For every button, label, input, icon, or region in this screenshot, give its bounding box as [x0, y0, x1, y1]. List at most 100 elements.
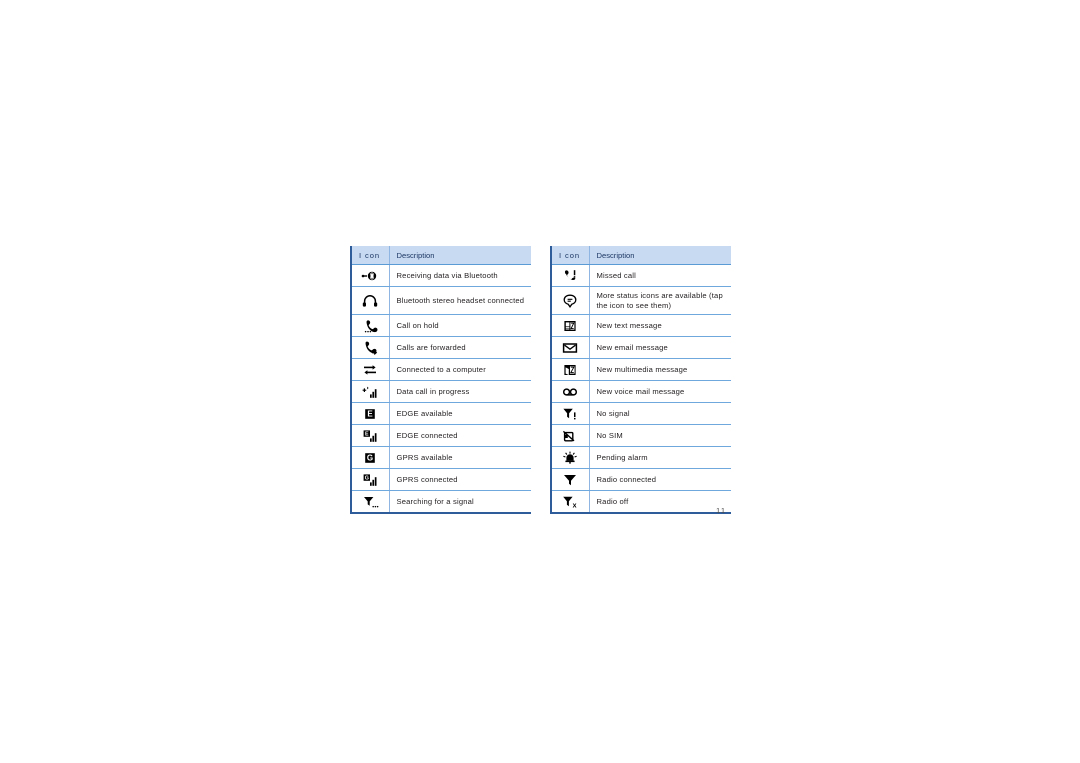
- icon-cell: E: [350, 402, 389, 425]
- description-cell: New multimedia message: [588, 358, 731, 381]
- more-status-icons-icon: [560, 293, 580, 309]
- icon-cell: [550, 286, 589, 315]
- description-cell: New text message: [588, 314, 731, 337]
- call-on-hold-icon: [360, 318, 380, 334]
- description-cell: Pending alarm: [588, 446, 731, 469]
- column-header-description: Description: [588, 246, 731, 265]
- receiving-data-bluetooth-icon: [360, 268, 380, 284]
- icon-cell: [350, 380, 389, 403]
- description-cell: Receiving data via Bluetooth: [388, 264, 531, 287]
- svg-text:x: x: [573, 502, 577, 509]
- table-row: New voice mail message: [550, 380, 731, 403]
- table-row: No SIM: [550, 424, 731, 447]
- searching-for-signal-icon: [360, 494, 380, 510]
- new-voice-mail-message-icon: [560, 384, 580, 400]
- description-cell: No signal: [588, 402, 731, 425]
- icon-cell: [550, 314, 589, 337]
- table-row: Missed call: [550, 264, 731, 287]
- page-number: 11: [716, 506, 727, 515]
- description-cell: Radio off: [588, 490, 731, 514]
- icon-cell: [550, 424, 589, 447]
- description-cell: New voice mail message: [588, 380, 731, 403]
- icon-cell: G: [350, 468, 389, 491]
- bluetooth-stereo-headset-icon: [360, 293, 380, 309]
- table-row: x Radio off: [550, 490, 731, 514]
- table-row: Bluetooth stereo headset connected: [350, 286, 531, 315]
- description-cell: No SIM: [588, 424, 731, 447]
- gprs-connected-icon: G: [360, 472, 380, 488]
- table-row: Pending alarm: [550, 446, 731, 469]
- icon-cell: [550, 468, 589, 491]
- column-header-icon: I con: [550, 246, 589, 265]
- description-cell: Searching for a signal: [388, 490, 531, 514]
- table-row: New text message: [550, 314, 731, 337]
- table-header-row: I con Description: [350, 246, 531, 265]
- table-row: New multimedia message: [550, 358, 731, 381]
- table-row: G GPRS available: [350, 446, 531, 469]
- new-email-message-icon: [560, 340, 580, 356]
- column-header-icon: I con: [350, 246, 389, 265]
- description-cell: GPRS available: [388, 446, 531, 469]
- edge-connected-icon: E: [360, 428, 380, 444]
- icon-cell: [350, 286, 389, 315]
- table-row: Data call in progress: [350, 380, 531, 403]
- icon-cell: x: [550, 490, 589, 514]
- table-row: More status icons are available (tap the…: [550, 286, 731, 315]
- data-call-in-progress-icon: [360, 384, 380, 400]
- table-row: Radio connected: [550, 468, 731, 491]
- radio-off-icon: x: [560, 494, 580, 510]
- description-cell: Bluetooth stereo headset connected: [388, 286, 531, 315]
- description-cell: Radio connected: [588, 468, 731, 491]
- new-text-message-icon: [560, 318, 580, 334]
- table-row: New email message: [550, 336, 731, 359]
- icon-cell: [550, 402, 589, 425]
- icon-cell: G: [350, 446, 389, 469]
- description-cell: New email message: [588, 336, 731, 359]
- gprs-available-icon: G: [360, 450, 380, 466]
- missed-call-icon: [560, 268, 580, 284]
- icon-cell: [350, 336, 389, 359]
- table-row: E EDGE connected: [350, 424, 531, 447]
- table-row: Calls are forwarded: [350, 336, 531, 359]
- column-header-description: Description: [388, 246, 531, 265]
- connected-to-computer-icon: [360, 362, 380, 378]
- svg-text:E: E: [368, 409, 374, 418]
- icon-cell: [550, 446, 589, 469]
- no-signal-icon: [560, 406, 580, 422]
- description-cell: GPRS connected: [388, 468, 531, 491]
- icon-cell: [550, 380, 589, 403]
- no-sim-icon: [560, 428, 580, 444]
- icon-cell: [350, 358, 389, 381]
- description-cell: More status icons are available (tap the…: [588, 286, 731, 315]
- table-header-row: I con Description: [550, 246, 731, 265]
- pending-alarm-icon: [560, 450, 580, 466]
- table-row: G GPRS connected: [350, 468, 531, 491]
- svg-text:E: E: [365, 431, 369, 437]
- table-row: E EDGE available: [350, 402, 531, 425]
- svg-text:G: G: [365, 475, 369, 481]
- radio-connected-icon: [560, 472, 580, 488]
- new-multimedia-message-icon: [560, 362, 580, 378]
- description-cell: EDGE available: [388, 402, 531, 425]
- table-row: Searching for a signal: [350, 490, 531, 514]
- icon-cell: [550, 358, 589, 381]
- description-cell: Missed call: [588, 264, 731, 287]
- icon-cell: [550, 264, 589, 287]
- icon-cell: [350, 264, 389, 287]
- edge-available-icon: E: [360, 406, 380, 422]
- icon-cell: E: [350, 424, 389, 447]
- icon-cell: [550, 336, 589, 359]
- description-cell: Data call in progress: [388, 380, 531, 403]
- table-row: Connected to a computer: [350, 358, 531, 381]
- svg-text:G: G: [367, 453, 373, 462]
- description-cell: Connected to a computer: [388, 358, 531, 381]
- calls-forwarded-icon: [360, 340, 380, 356]
- description-cell: Calls are forwarded: [388, 336, 531, 359]
- description-cell: Call on hold: [388, 314, 531, 337]
- icon-cell: [350, 314, 389, 337]
- table-row: Call on hold: [350, 314, 531, 337]
- table-row: Receiving data via Bluetooth: [350, 264, 531, 287]
- status-icons-table-left: I con Description Receiving data via Blu…: [350, 246, 531, 514]
- table-row: No signal: [550, 402, 731, 425]
- status-icons-table-right: I con Description Missed call More statu…: [550, 246, 731, 514]
